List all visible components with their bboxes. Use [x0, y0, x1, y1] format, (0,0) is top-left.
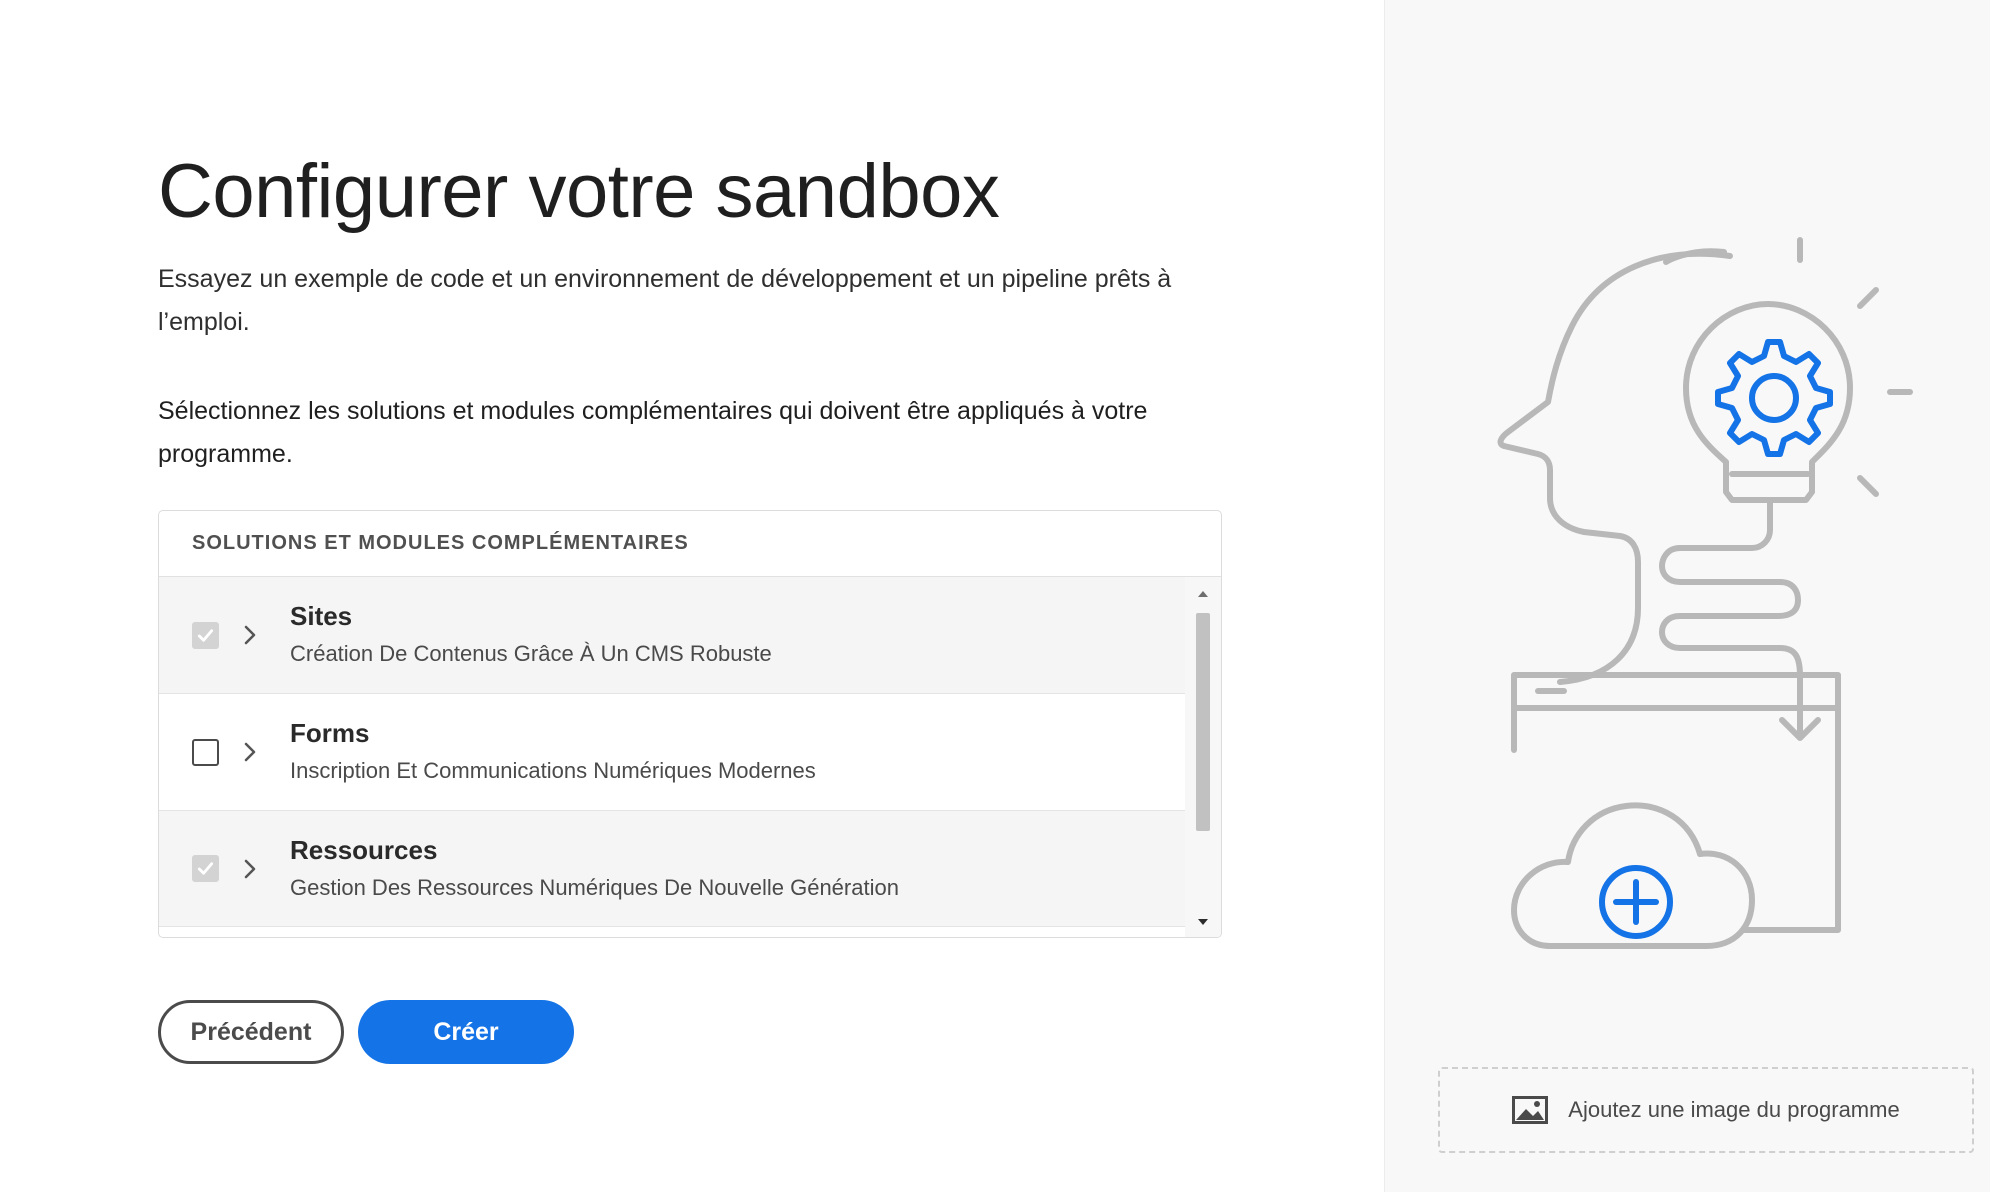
- main-content: Configurer votre sandbox Essayez un exem…: [0, 0, 1384, 1192]
- checkmark-icon: [197, 628, 214, 642]
- list-item-forms[interactable]: Forms Inscription Et Communications Numé…: [159, 694, 1187, 811]
- page-description: Essayez un exemple de code et un environ…: [158, 265, 1172, 336]
- chevron-right-icon[interactable]: [240, 623, 260, 647]
- item-subtitle: Création De Contenus Grâce À Un CMS Robu…: [290, 641, 772, 666]
- triangle-down-icon[interactable]: [1195, 915, 1211, 929]
- item-subtitle: Inscription Et Communications Numériques…: [290, 758, 816, 783]
- sites-checkbox[interactable]: [192, 621, 219, 649]
- list-item-sites[interactable]: Sites Création De Contenus Grâce À Un CM…: [159, 577, 1187, 694]
- item-title: Ressources: [290, 834, 438, 865]
- list-scrollbar[interactable]: [1185, 577, 1221, 937]
- ressources-text: Ressources Gestion Des Ressources Numéri…: [290, 833, 899, 905]
- solutions-list: Sites Création De Contenus Grâce À Un CM…: [159, 577, 1187, 927]
- image-icon: [1512, 1095, 1550, 1125]
- selection-instructions: Sélectionnez les solutions et modules co…: [158, 397, 1148, 468]
- triangle-up-icon[interactable]: [1195, 587, 1211, 601]
- add-image-label: Ajoutez une image du programme: [1568, 1097, 1900, 1122]
- page-title: Configurer votre sandbox: [158, 149, 1000, 234]
- list-item-ressources[interactable]: Ressources Gestion Des Ressources Numéri…: [159, 811, 1187, 927]
- checkmark-icon: [197, 862, 214, 875]
- forms-text: Forms Inscription Et Communications Numé…: [290, 716, 816, 788]
- ressources-checkbox[interactable]: [192, 855, 219, 882]
- chevron-right-icon[interactable]: [240, 740, 260, 764]
- create-button[interactable]: Créer: [358, 1000, 574, 1064]
- panel-header: SOLUTIONS ET MODULES COMPLÉMENTAIRES: [159, 511, 1221, 577]
- chevron-right-icon[interactable]: [240, 857, 260, 881]
- item-subtitle: Gestion Des Ressources Numériques De Nou…: [290, 874, 899, 900]
- item-title: Forms: [290, 718, 370, 748]
- add-program-image-button[interactable]: Ajoutez une image du programme: [1438, 1067, 1974, 1153]
- back-button[interactable]: Précédent: [158, 1000, 344, 1064]
- sites-text: Sites Création De Contenus Grâce À Un CM…: [290, 599, 772, 671]
- head-lightbulb-cloud-illustration: [1497, 237, 1913, 949]
- scrollbar-thumb[interactable]: [1196, 613, 1210, 831]
- forms-checkbox[interactable]: [192, 738, 219, 766]
- solutions-panel: SOLUTIONS ET MODULES COMPLÉMENTAIRES Sit…: [158, 510, 1222, 938]
- item-title: Sites: [290, 601, 353, 631]
